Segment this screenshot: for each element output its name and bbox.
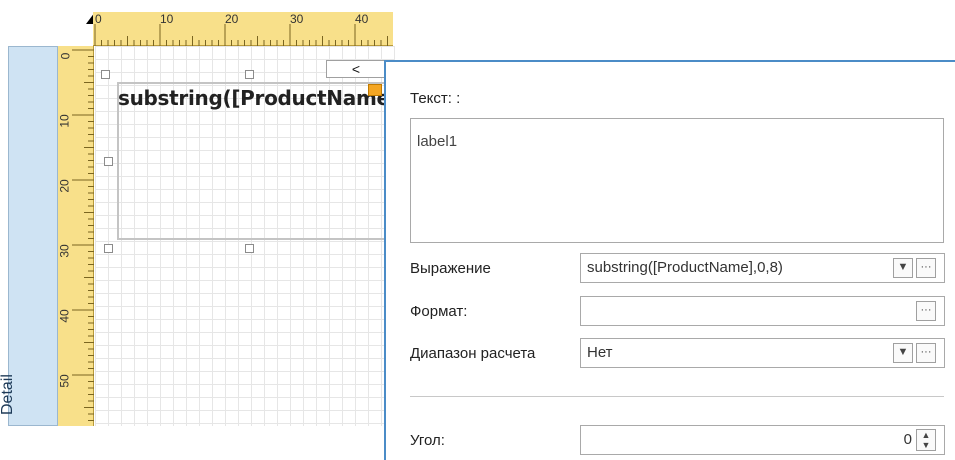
ruler-left-label: 40 [57, 309, 72, 323]
band-label: Detail [0, 374, 16, 415]
divider [410, 396, 944, 397]
ruler-top-label: 20 [225, 12, 239, 26]
resize-handle[interactable] [245, 244, 254, 253]
spin-stepper-icon[interactable]: ▲ ▼ [916, 429, 936, 451]
range-field[interactable]: Нет [580, 338, 945, 368]
resize-handle[interactable] [104, 157, 113, 166]
ruler-top-label: 0 [95, 12, 102, 26]
chevron-down-icon[interactable]: ▼ [893, 343, 913, 363]
ruler-top-label: 40 [355, 12, 369, 26]
resize-handle[interactable] [101, 70, 110, 79]
angle-value: 0 [903, 431, 912, 448]
expression-label: Выражение [410, 260, 491, 277]
resize-handle[interactable] [104, 244, 113, 253]
expression-field[interactable]: substring([ProductName],0,8) [580, 253, 945, 283]
range-label: Диапазон расчета [410, 345, 536, 362]
text-input[interactable]: label1 [410, 118, 944, 243]
label-tasks-panel: Текст: : label1 Выражение substring([Pro… [384, 60, 955, 460]
smart-tag-icon[interactable] [368, 84, 382, 96]
format-label: Формат: [410, 303, 468, 320]
horizontal-ruler-ticks [94, 24, 388, 46]
ruler-left-label: 10 [57, 114, 72, 128]
horizontal-ruler: 0 10 20 30 40 [93, 12, 393, 46]
range-value: Нет [587, 344, 613, 361]
format-field[interactable] [580, 296, 945, 326]
ruler-left-label: 20 [57, 179, 72, 193]
text-label: Текст: : [410, 90, 461, 107]
collapse-panel-button[interactable]: < [326, 60, 386, 78]
ruler-left-label: 30 [57, 244, 72, 258]
ellipsis-button[interactable]: ··· [916, 343, 936, 363]
chevron-down-icon[interactable]: ▼ [893, 258, 913, 278]
ruler-left-label: 0 [58, 52, 73, 60]
resize-handle[interactable] [245, 70, 254, 79]
ellipsis-button[interactable]: ··· [916, 301, 936, 321]
label-expression-text: substring([ProductName], [118, 86, 406, 110]
ruler-top-label: 30 [290, 12, 304, 26]
expression-value: substring([ProductName],0,8) [587, 259, 783, 276]
angle-label: Угол: [410, 432, 445, 449]
detail-band[interactable]: Detail [0, 46, 58, 426]
ruler-top-label: 10 [160, 12, 174, 26]
vertical-ruler: 0 10 20 30 40 50 [58, 46, 94, 426]
ellipsis-button[interactable]: ··· [916, 258, 936, 278]
angle-field[interactable]: 0 [580, 425, 945, 455]
ruler-left-label: 50 [57, 374, 72, 388]
vertical-ruler-ticks [72, 49, 94, 421]
